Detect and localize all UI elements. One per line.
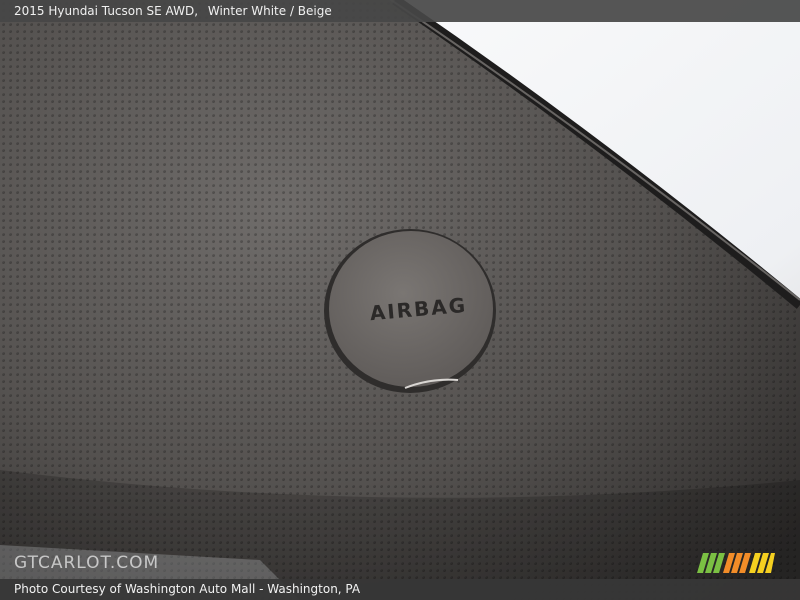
vehicle-title: 2015 Hyundai Tucson SE AWD, <box>14 4 199 18</box>
airbag-panel-photo: AIRBAG <box>0 0 800 600</box>
photo-frame: AIRBAG 2015 Hyundai Tucson SE AWD, Winte… <box>0 0 800 600</box>
vehicle-color: Winter White / Beige <box>207 4 332 18</box>
caption-bar: 2015 Hyundai Tucson SE AWD, Winter White… <box>0 0 800 22</box>
site-watermark: GTCARLOT.COM <box>14 553 160 573</box>
photo-credit-bar: Photo Courtesy of Washington Auto Mall -… <box>0 579 800 600</box>
stripes-logo-icon <box>697 553 775 573</box>
photo-credit: Photo Courtesy of Washington Auto Mall -… <box>14 582 361 596</box>
